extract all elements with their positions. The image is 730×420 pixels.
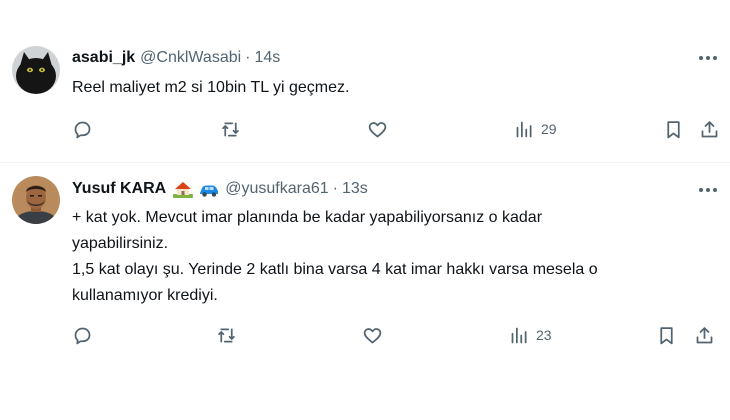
views-button[interactable]: 23 (509, 322, 552, 348)
bookmark-icon (660, 326, 673, 344)
display-name[interactable]: asabi_jk (72, 49, 135, 67)
repost-button[interactable] (216, 322, 237, 348)
repost-icon (218, 328, 235, 342)
share-button[interactable] (699, 116, 720, 142)
more-icon[interactable] (696, 48, 720, 68)
bookmark-button[interactable] (656, 322, 677, 348)
share-icon (696, 326, 713, 343)
avatar[interactable] (12, 176, 60, 224)
avatar[interactable] (12, 46, 60, 94)
user-handle[interactable]: @CnklWasabi (140, 49, 241, 67)
more-icon[interactable] (696, 180, 720, 200)
reply-button[interactable] (72, 116, 93, 142)
like-icon (368, 121, 387, 137)
tweet-text-line: + kat yok. Mevcut imar planında be kadar… (72, 209, 543, 226)
separator-dot: · (245, 49, 251, 66)
display-name[interactable]: Yusuf KARA (72, 180, 166, 198)
user-handle[interactable]: @yusufkara61 (225, 180, 328, 198)
separator-dot: · (332, 180, 338, 197)
tweet-text-line: 1,5 kat olayı şu. Yerinde 2 katlı bina v… (72, 261, 598, 278)
man-portrait-avatar (12, 176, 60, 224)
reply-button[interactable] (72, 322, 93, 348)
share-icon (701, 120, 718, 137)
house-emoji (173, 182, 194, 198)
timestamp[interactable]: 14s (255, 49, 281, 67)
timeline-feed: asabi_jk @CnklWasabi · 14s Reel maliyet … (0, 0, 730, 420)
tweet-2[interactable]: Yusuf KARA @yusufkara61 · 13s + kat yok.… (0, 163, 730, 420)
like-button[interactable] (362, 322, 383, 348)
tweet-text-line: kullanamıyor krediyi. (72, 287, 218, 304)
bookmark-icon (667, 120, 680, 138)
views-icon (511, 327, 527, 343)
views-count: 29 (541, 121, 557, 137)
views-button[interactable]: 29 (514, 116, 557, 142)
tweet-text: Reel maliyet m2 si 10bin TL yi geçmez. (72, 75, 712, 101)
tweet-actions: 23 (0, 322, 730, 348)
tweet-actions: 29 (0, 116, 730, 142)
tweet-header: asabi_jk @CnklWasabi · 14s (72, 47, 280, 69)
repost-button[interactable] (220, 116, 241, 142)
tweet-1[interactable]: asabi_jk @CnklWasabi · 14s Reel maliyet … (0, 0, 730, 162)
tweet-text-line: yapabilirsiniz. (72, 235, 169, 252)
car-emoji (200, 185, 219, 197)
tweet-header: Yusuf KARA @yusufkara61 · 13s (72, 178, 368, 200)
share-button[interactable] (694, 322, 715, 348)
like-icon (363, 327, 382, 343)
black-cat-avatar (12, 46, 60, 94)
tweet-text: + kat yok. Mevcut imar planında be kadar… (72, 205, 712, 309)
repost-icon (222, 122, 239, 136)
tweet-text-line: Reel maliyet m2 si 10bin TL yi geçmez. (72, 79, 350, 96)
like-button[interactable] (367, 116, 388, 142)
name-emojis (172, 179, 220, 199)
views-count: 23 (536, 327, 552, 343)
views-icon (516, 121, 532, 137)
reply-icon (74, 121, 91, 138)
bookmark-button[interactable] (663, 116, 684, 142)
timestamp[interactable]: 13s (342, 180, 368, 198)
reply-icon (74, 327, 91, 344)
